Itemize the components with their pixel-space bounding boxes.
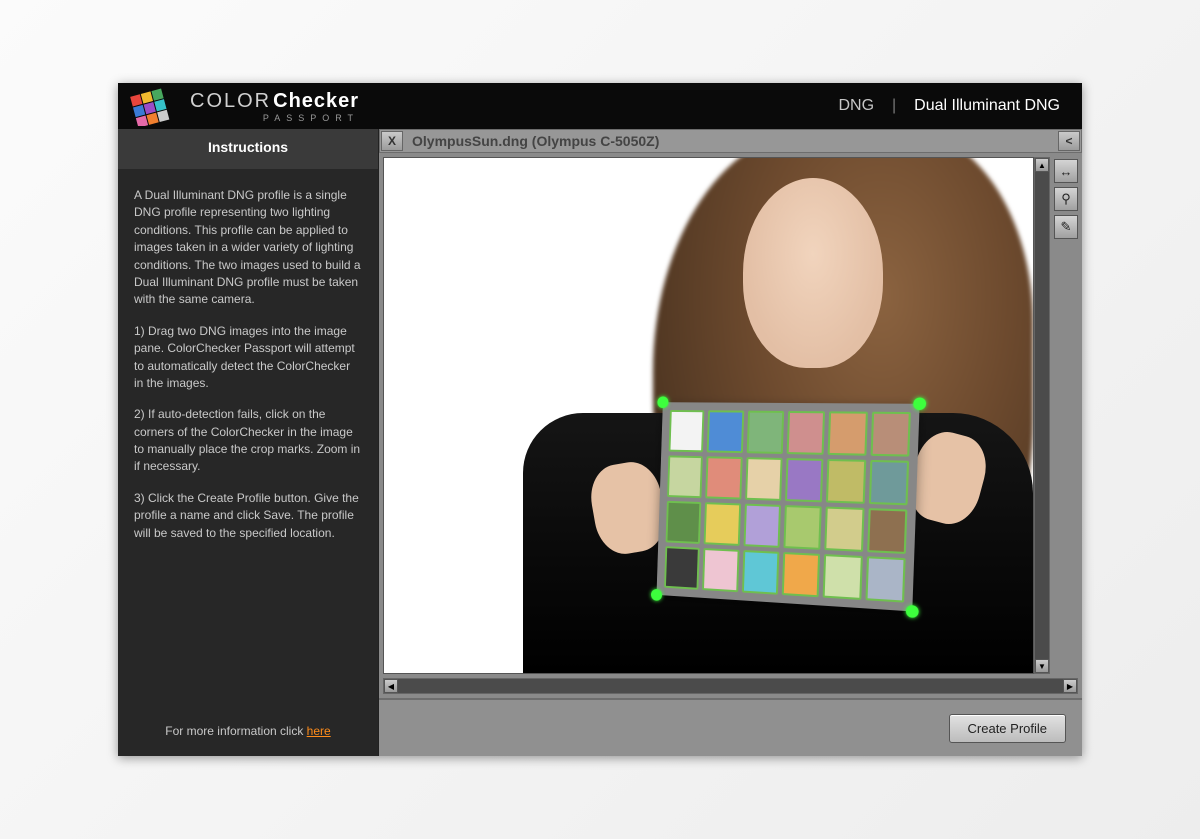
colorchecker-swatch (787, 411, 826, 455)
magnifier-icon: ⚲ (1061, 191, 1071, 207)
tab-dual-illuminant-dng[interactable]: Dual Illuminant DNG (914, 97, 1060, 115)
instructions-title: Instructions (118, 129, 378, 169)
colorchecker-swatch (823, 554, 863, 600)
colorchecker-swatch (826, 459, 866, 504)
colorchecker-swatch (867, 508, 908, 554)
app-body: Instructions A Dual Illuminant DNG profi… (118, 129, 1082, 756)
colorchecker-swatch (785, 458, 824, 502)
instructions-step-3: 3) Click the Create Profile button. Give… (134, 490, 362, 542)
colorchecker-swatch (664, 546, 700, 590)
scroll-up-button[interactable]: ▲ (1035, 158, 1049, 172)
action-bar: Create Profile (379, 698, 1082, 756)
auto-detect-tool-button[interactable]: ✎ (1054, 215, 1078, 239)
colorchecker-swatch (667, 455, 703, 498)
mode-tabs: DNG | Dual Illuminant DNG (838, 97, 1082, 115)
colorchecker-swatch (745, 457, 783, 501)
colorchecker-swatch (705, 456, 742, 499)
colorchecker-swatch (868, 460, 909, 505)
app-window: COLOR Checker PASSPORT DNG | Dual Illumi… (118, 83, 1082, 756)
vertical-scrollbar[interactable]: ▲ ▼ (1034, 157, 1050, 674)
image-viewport[interactable] (383, 157, 1034, 674)
tab-dng[interactable]: DNG (838, 97, 874, 115)
zoom-tool-button[interactable]: ⚲ (1054, 187, 1078, 211)
instructions-content: A Dual Illuminant DNG profile is a singl… (118, 169, 378, 712)
move-icon: ↔ (1060, 164, 1073, 179)
wand-icon: ✎ (1061, 219, 1072, 235)
image-area: ▲ ▼ ↔ ⚲ ✎ (379, 153, 1082, 678)
image-filename: OlympusSun.dng (Olympus C-5050Z) (404, 133, 1057, 149)
app-header: COLOR Checker PASSPORT DNG | Dual Illumi… (118, 83, 1082, 129)
colorchecker-swatch (870, 412, 911, 457)
colorchecker-swatch (828, 411, 868, 455)
colorchecker-swatch (707, 410, 744, 453)
colorchecker-swatch (783, 505, 822, 550)
logo-text-checker: Checker (273, 90, 359, 113)
colorchecker-swatch (782, 552, 821, 597)
colorchecker-swatch (865, 556, 906, 602)
instructions-panel: Instructions A Dual Illuminant DNG profi… (118, 129, 378, 756)
more-info-text: For more information click (165, 724, 306, 738)
colorchecker-swatch (825, 507, 865, 552)
close-image-button[interactable]: X (381, 131, 403, 151)
colorchecker-swatch (669, 410, 705, 452)
colorchecker-logo-icon (128, 86, 186, 126)
horizontal-scrollbar[interactable]: ◀ ▶ (383, 678, 1078, 694)
colorchecker-swatch (742, 550, 780, 595)
colorchecker-swatch (702, 548, 739, 592)
move-tool-button[interactable]: ↔ (1054, 159, 1078, 183)
logo-subtitle: PASSPORT (190, 113, 359, 123)
instructions-step-2: 2) If auto-detection fails, click on the… (134, 406, 362, 476)
collapse-image-button[interactable]: < (1058, 131, 1080, 151)
scroll-right-button[interactable]: ▶ (1063, 679, 1077, 693)
tab-separator: | (892, 97, 896, 115)
colorchecker-swatch (666, 501, 702, 544)
logo-text-color: COLOR (190, 90, 271, 113)
colorchecker-swatch (746, 411, 784, 454)
create-profile-button[interactable]: Create Profile (949, 714, 1066, 743)
scroll-down-button[interactable]: ▼ (1035, 659, 1049, 673)
instructions-intro: A Dual Illuminant DNG profile is a singl… (134, 187, 362, 309)
photo-content (384, 158, 1033, 673)
instructions-footer: For more information click here (118, 712, 378, 756)
image-titlebar: X OlympusSun.dng (Olympus C-5050Z) < (379, 129, 1082, 153)
logo: COLOR Checker PASSPORT (118, 86, 359, 126)
colorchecker-target[interactable] (657, 402, 920, 611)
more-info-link[interactable]: here (307, 724, 331, 738)
instructions-step-1: 1) Drag two DNG images into the image pa… (134, 323, 362, 393)
crop-mark-tl[interactable] (657, 396, 668, 408)
tool-panel: ↔ ⚲ ✎ (1050, 157, 1078, 674)
scroll-left-button[interactable]: ◀ (384, 679, 398, 693)
colorchecker-swatch (704, 502, 741, 546)
main-panel: X OlympusSun.dng (Olympus C-5050Z) < (378, 129, 1082, 756)
colorchecker-swatch (743, 504, 781, 548)
